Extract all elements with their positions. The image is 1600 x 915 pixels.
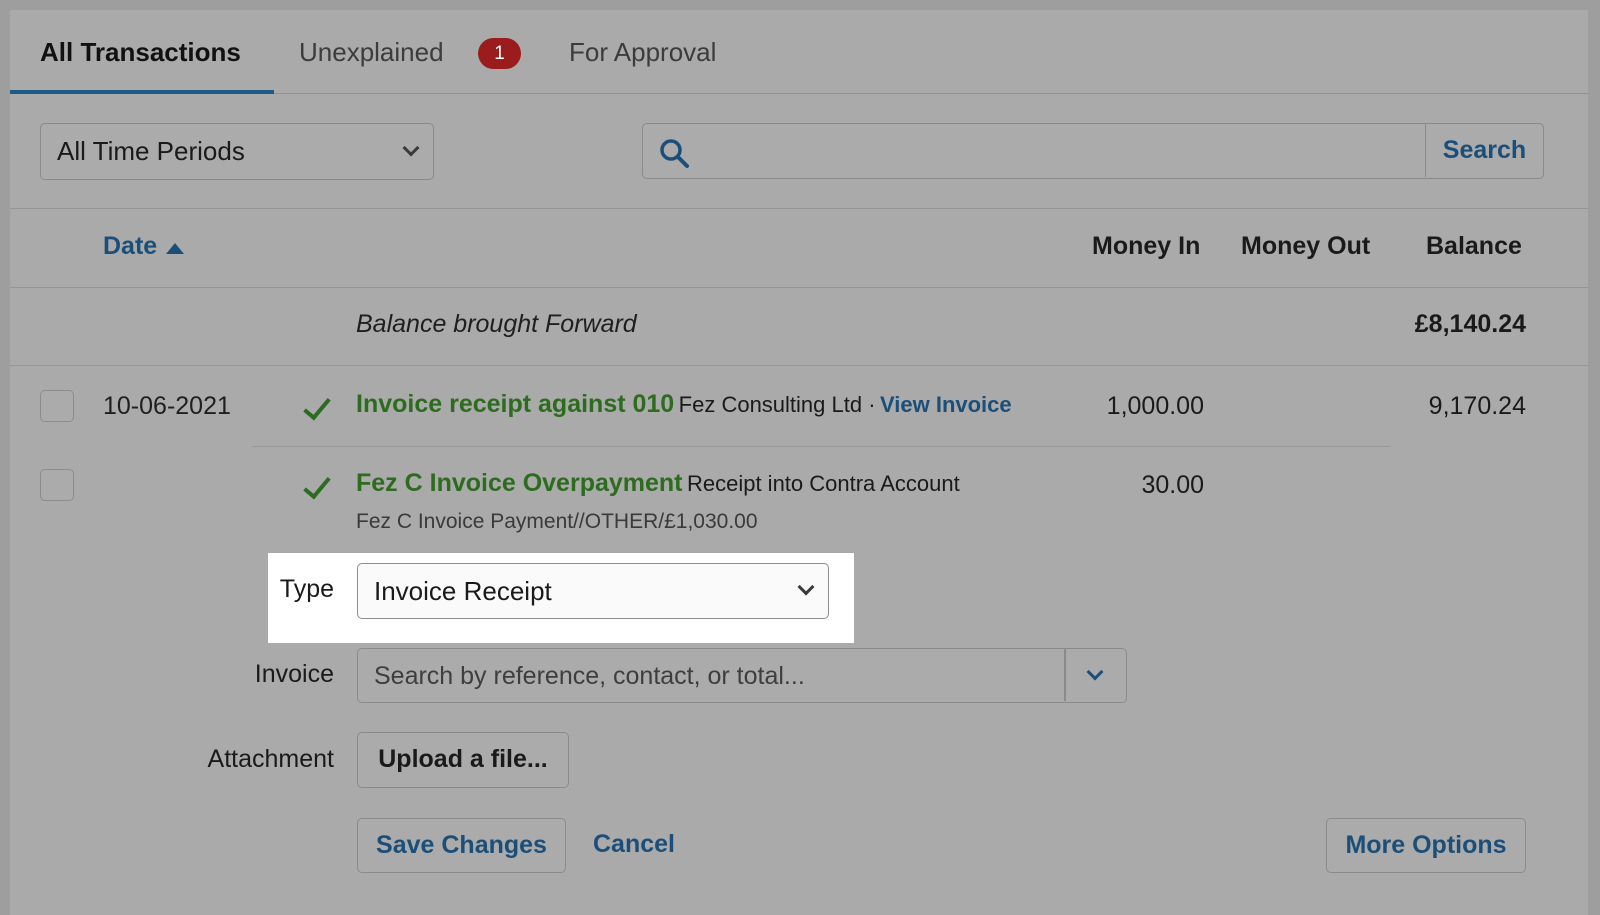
transaction-account: Receipt into Contra Account (686, 471, 960, 496)
row-divider (252, 446, 1390, 447)
transactions-panel: All Transactions Unexplained 1 For Appro… (10, 10, 1588, 915)
save-changes-button[interactable]: Save Changes (357, 818, 566, 873)
type-label: Type (279, 575, 334, 603)
transaction-title: Fez C Invoice Overpayment (356, 469, 683, 497)
checkmark-icon (303, 391, 331, 421)
chevron-down-icon (797, 578, 815, 596)
row-checkbox[interactable] (40, 469, 74, 501)
view-invoice-link[interactable]: View Invoice (880, 392, 1012, 417)
tab-bar: All Transactions Unexplained 1 For Appro… (10, 10, 1588, 94)
date-column-header[interactable]: Date (103, 232, 157, 261)
divider (10, 208, 1588, 209)
balance-header: Balance (1426, 232, 1522, 260)
attachment-label: Attachment (207, 745, 334, 773)
search-box: Search (642, 123, 1544, 179)
brought-forward-label: Balance brought Forward (356, 310, 637, 338)
search-input[interactable] (699, 126, 1399, 176)
money-out-header: Money Out (1241, 232, 1371, 260)
transaction-contact: Fez Consulting Ltd · (678, 392, 876, 417)
transaction-date: 10-06-2021 (103, 392, 231, 420)
money-in-value: 30.00 (1141, 471, 1204, 499)
tab-for-approval[interactable]: For Approval (569, 10, 716, 94)
divider (10, 365, 1588, 366)
sort-ascending-icon (166, 243, 184, 254)
money-in-value: 1,000.00 (1106, 392, 1204, 420)
active-tab-indicator (10, 90, 274, 94)
more-options-button[interactable]: More Options (1326, 818, 1526, 873)
transaction-description: Fez C Invoice Overpayment Receipt into C… (356, 469, 960, 498)
checkmark-icon (303, 470, 331, 500)
type-select[interactable]: Invoice Receipt (357, 563, 829, 619)
field-divider (1064, 649, 1066, 701)
time-period-select[interactable]: All Time Periods (40, 123, 434, 180)
transaction-reference: Fez C Invoice Payment//OTHER/£1,030.00 (356, 510, 758, 533)
search-button[interactable]: Search (1425, 124, 1543, 177)
chevron-down-icon[interactable] (1086, 663, 1104, 681)
balance-value: 9,170.24 (1428, 392, 1526, 420)
divider (10, 287, 1588, 288)
row-checkbox[interactable] (40, 390, 74, 422)
invoice-label: Invoice (254, 660, 334, 688)
time-period-value: All Time Periods (57, 136, 245, 166)
transaction-description: Invoice receipt against 010 Fez Consulti… (356, 390, 1012, 419)
cancel-link[interactable]: Cancel (593, 830, 675, 859)
transaction-title: Invoice receipt against 010 (356, 390, 675, 418)
type-select-value: Invoice Receipt (374, 576, 552, 606)
tab-unexplained[interactable]: Unexplained (299, 10, 444, 94)
brought-forward-balance: £8,140.24 (1414, 310, 1526, 338)
search-icon (660, 139, 689, 168)
invoice-placeholder: Search by reference, contact, or total..… (374, 662, 805, 690)
tab-all-transactions[interactable]: All Transactions (40, 10, 241, 94)
invoice-search-field[interactable]: Search by reference, contact, or total..… (357, 648, 1127, 703)
money-in-header: Money In (1092, 232, 1201, 260)
upload-file-button[interactable]: Upload a file... (357, 732, 569, 788)
chevron-down-icon (402, 139, 420, 157)
unexplained-count-badge: 1 (478, 38, 521, 69)
